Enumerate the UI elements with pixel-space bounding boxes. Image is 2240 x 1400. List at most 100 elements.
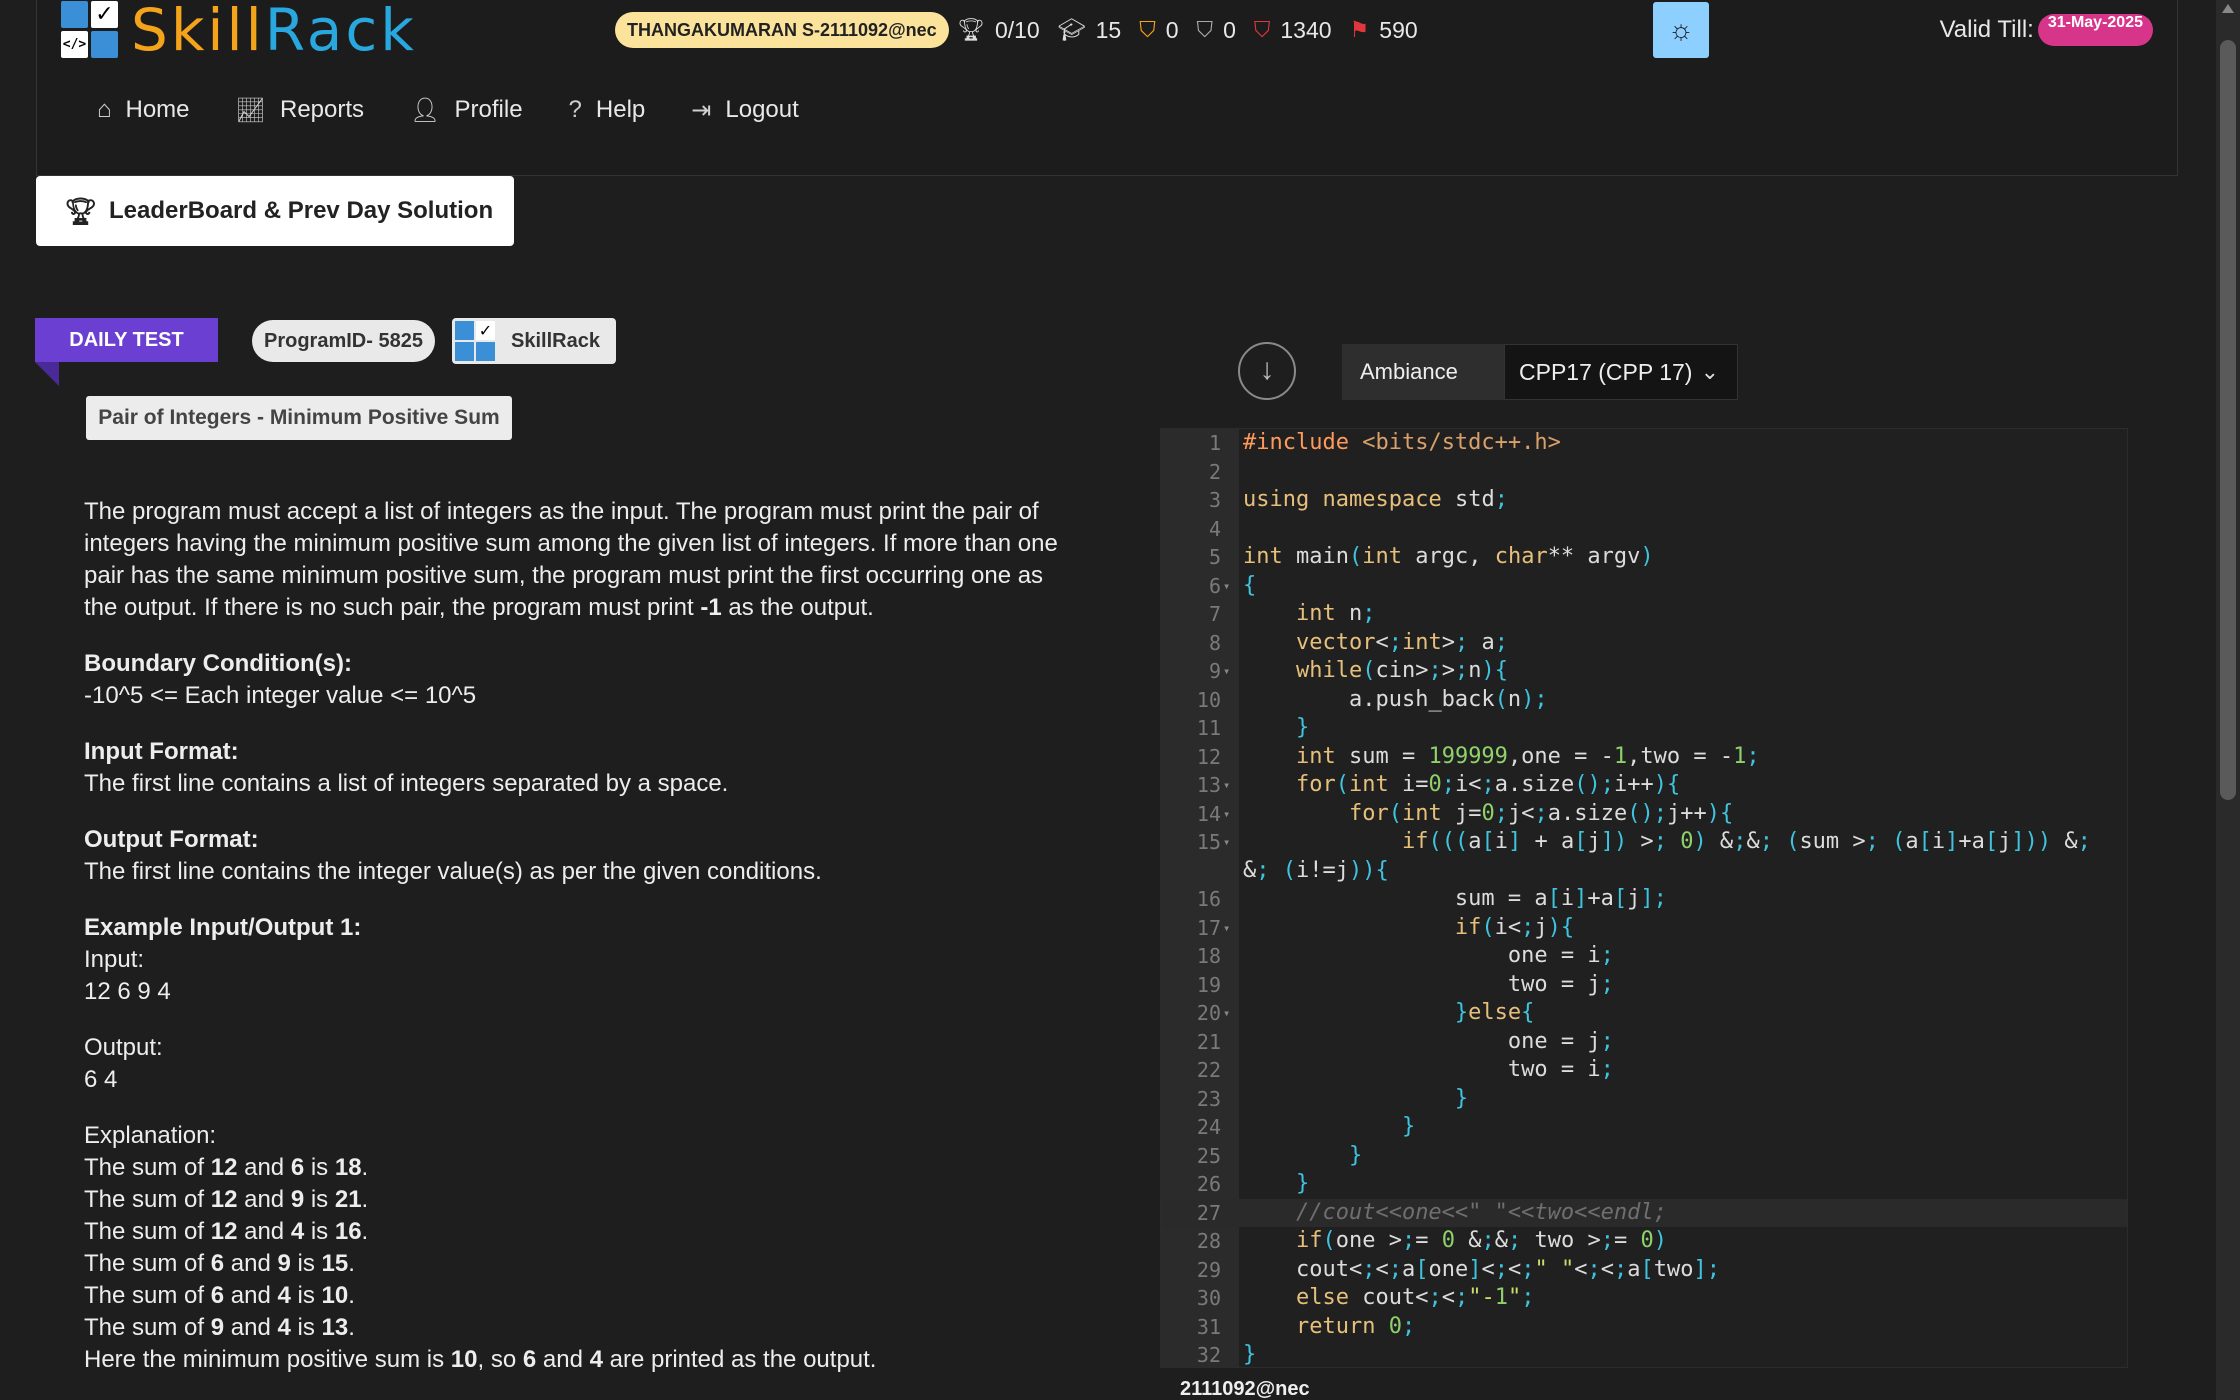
scroll-up-arrow-icon[interactable] xyxy=(2222,4,2234,13)
output-format-heading: Output Format: xyxy=(84,826,259,853)
code-text: while(cin>;>;n){ xyxy=(1295,658,1508,683)
example-input-value: 12 6 9 4 xyxy=(84,978,171,1005)
trophy-icon: 🏆︎ xyxy=(64,195,98,226)
fold-arrow-icon[interactable]: ▾ xyxy=(1223,828,1230,857)
code-line: 21 one = j; xyxy=(1161,1028,2127,1057)
code-line: 24 } xyxy=(1161,1113,2127,1142)
code-line: 9 ▾ while(cin>;>;n){ xyxy=(1161,657,2127,686)
fold-arrow-icon[interactable]: ▾ xyxy=(1223,572,1230,601)
fold-arrow-icon[interactable]: ▾ xyxy=(1223,914,1230,943)
code-lines: 1 #include <bits/stdc++.h> 2 3 using namespa… xyxy=(1161,429,2127,1367)
code-line: 7 int n; xyxy=(1161,600,2127,629)
stat-points: 1340 xyxy=(1280,16,1332,43)
output-format-text: The first line contains the integer valu… xyxy=(84,858,822,885)
user-icon: 👤︎ xyxy=(410,96,441,124)
code-line: 8 vector<;int>; a; xyxy=(1161,629,2127,658)
nav-reports[interactable]: 📈︎ Reports xyxy=(236,96,365,125)
code-text: int sum = 199999,one = -1,two = -1; xyxy=(1295,743,1760,769)
line-number: 24 xyxy=(1196,1115,1221,1139)
mini-logo-icon: ✓ xyxy=(455,321,495,361)
nav-profile[interactable]: 👤︎ Profile xyxy=(410,96,523,125)
line-number: 26 xyxy=(1196,1172,1221,1196)
theme-toggle-button[interactable]: ☼ xyxy=(1653,2,1709,58)
line-number: 12 xyxy=(1196,744,1221,769)
code-text: for(int j=0;j<;a.size();j++){ xyxy=(1348,800,1734,826)
scrollbar-thumb[interactable] xyxy=(2220,40,2236,800)
explanation-conclusion: Here the minimum positive sum is 10, so … xyxy=(84,1346,877,1373)
nav-home[interactable]: ⌂ Home xyxy=(97,96,190,124)
chevron-down-icon: ⌄ xyxy=(1700,359,1719,384)
code-text: one = i; xyxy=(1243,943,1614,968)
code-line: 3 using namespace std; xyxy=(1161,486,2127,515)
line-number: 5 xyxy=(1208,545,1221,569)
logout-icon: ⇥ xyxy=(691,96,712,124)
code-line: 26 } xyxy=(1161,1170,2127,1199)
code-line: 14 ▾ for(int j=0;j<;a.size();j++){ xyxy=(1161,800,2127,829)
code-text: if(one >;= 0 &;&; two >;= 0) xyxy=(1295,1228,1667,1253)
arrow-down-icon: ↓ xyxy=(1259,353,1275,386)
leaderboard-button[interactable]: 🏆︎ LeaderBoard & Prev Day Solution xyxy=(36,176,514,246)
daily-test-badge: DAILY TEST xyxy=(35,318,218,362)
code-line: 31 return 0; xyxy=(1161,1313,2127,1342)
code-text: if(((a[i] + a[j]) >; 0) &;&; (sum >; (a[… xyxy=(1243,829,2091,883)
code-text: int main(int argc, char** argv) xyxy=(1243,544,1654,569)
code-line: 10 a.push_back(n); xyxy=(1161,686,2127,715)
line-number: 20 xyxy=(1196,1001,1221,1025)
editor-footer-user: 2111092@nec xyxy=(1180,1378,1310,1400)
code-text: vector<;int>; a; xyxy=(1295,629,1508,655)
line-number: 4 xyxy=(1208,516,1221,541)
top-header: ✓ </> SkillRack THANGAKUMARAN S-2111092@… xyxy=(36,0,2178,176)
line-number: 16 xyxy=(1196,887,1221,911)
fold-arrow-icon[interactable]: ▾ xyxy=(1223,771,1230,800)
nav-help-label: Help xyxy=(595,96,646,123)
sun-icon: ☼ xyxy=(1668,14,1694,45)
code-line: 18 one = i; xyxy=(1161,942,2127,971)
line-number: 1 xyxy=(1208,431,1221,455)
code-editor[interactable]: 1 #include <bits/stdc++.h> 2 3 using namespa… xyxy=(1160,428,2128,1368)
nav-reports-label: Reports xyxy=(280,96,365,123)
code-text: for(int i=0;i<;a.size();i++){ xyxy=(1295,772,1681,797)
code-text: #include <bits/stdc++.h> xyxy=(1243,430,1561,455)
nav-profile-label: Profile xyxy=(454,96,523,123)
line-number: 15 xyxy=(1196,830,1221,854)
code-text: cout<;<;a[one]<;<;" "<;<;a[two]; xyxy=(1243,1256,1720,1282)
code-line: 32} xyxy=(1161,1341,2127,1367)
code-text: } xyxy=(1295,1171,1310,1196)
line-number: 2 xyxy=(1208,459,1221,484)
boundary-heading: Boundary Condition(s): xyxy=(84,650,352,677)
code-text: two = i; xyxy=(1243,1057,1614,1082)
logo-text: SkillRack xyxy=(131,0,417,60)
code-line: 17 ▾ if(i<;j){ xyxy=(1161,914,2127,943)
nav-logout[interactable]: ⇥ Logout xyxy=(691,96,799,125)
explanation-sum-line: The sum of 12 and 9 is 21. xyxy=(84,1186,369,1213)
trophy-icon: 🏆︎ xyxy=(957,17,985,42)
nav-help[interactable]: ? Help xyxy=(569,96,646,124)
explanation-label: Explanation: xyxy=(84,1122,217,1149)
page-scrollbar[interactable] xyxy=(2216,0,2240,1400)
code-line: 1 #include <bits/stdc++.h> xyxy=(1161,429,2127,458)
fold-arrow-icon[interactable]: ▾ xyxy=(1223,657,1230,686)
example-heading: Example Input/Output 1: xyxy=(84,914,362,941)
line-number: 17 xyxy=(1196,915,1221,940)
language-select-value: CPP17 (CPP 17) xyxy=(1519,359,1693,385)
code-text: } xyxy=(1348,1142,1363,1168)
code-text: } xyxy=(1401,1114,1416,1139)
fold-arrow-icon[interactable]: ▾ xyxy=(1223,999,1230,1028)
line-number: 19 xyxy=(1196,972,1221,997)
theme-select[interactable]: Ambiance xyxy=(1342,344,1504,400)
fold-arrow-icon[interactable]: ▾ xyxy=(1223,800,1230,829)
code-line: 30 else cout<;<;"-1"; xyxy=(1161,1284,2127,1313)
line-number: 27 xyxy=(1196,1200,1221,1225)
nav-logout-label: Logout xyxy=(725,96,799,123)
chart-icon: 📈︎ xyxy=(235,96,266,124)
code-text: { xyxy=(1243,572,1257,598)
question-icon: ? xyxy=(568,96,582,123)
problem-description: The program must accept a list of intege… xyxy=(84,496,1074,1376)
code-line: 4 xyxy=(1161,515,2127,544)
input-format-text: The first line contains a list of intege… xyxy=(84,770,729,797)
code-line: 11 } xyxy=(1161,714,2127,743)
nav-home-label: Home xyxy=(125,96,190,123)
download-button[interactable]: ↓ xyxy=(1238,342,1296,400)
skillrack-logo[interactable]: ✓ </> SkillRack xyxy=(61,0,417,60)
language-select[interactable]: CPP17 (CPP 17) ⌄ xyxy=(1504,344,1738,400)
